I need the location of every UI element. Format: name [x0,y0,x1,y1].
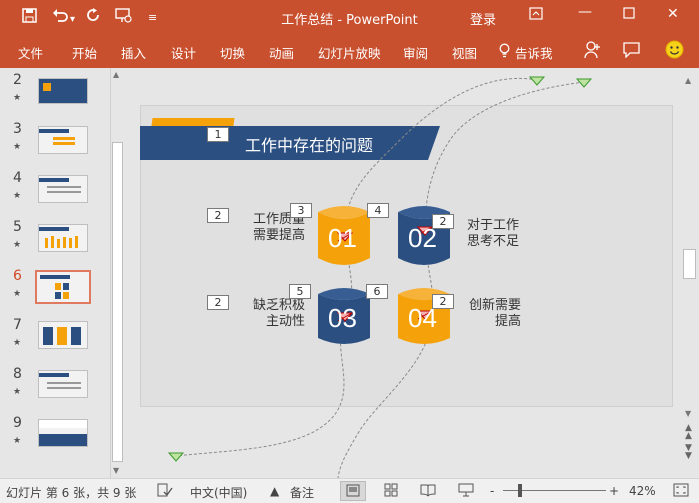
item-label-line: 提高 [494,314,521,329]
spellcheck-icon[interactable] [157,483,173,501]
slide-sorter-icon[interactable] [384,483,398,500]
previous-slide-icon[interactable]: ▲ ▲ [685,424,692,441]
language-status[interactable]: 中文(中国) [190,484,247,501]
slideshow-icon[interactable] [458,483,474,500]
zoom-level[interactable]: 42% [629,484,656,498]
cylinder-label-03: 03 [328,303,357,333]
fit-to-window-icon[interactable] [673,483,689,500]
animation-order-tag[interactable]: 6 [366,284,388,299]
item-label-line: 思考不足 [467,234,520,249]
motion-path[interactable] [337,81,585,479]
animation-order-tag[interactable]: 2 [207,208,229,223]
item-label[interactable]: 缺乏积极 主动性 [253,298,305,330]
scroll-up-icon[interactable]: ▲ [685,76,691,85]
notes-icon[interactable]: ▲ [270,484,279,498]
normal-view-button[interactable] [340,481,366,501]
zoom-in-button[interactable]: + [609,484,619,498]
vertical-scroll-thumb[interactable] [683,249,696,279]
scroll-down-icon[interactable]: ▼ [685,409,691,418]
next-slide-icon[interactable]: ▼ ▼ [685,444,692,461]
status-bar: 幻灯片 第 6 张，共 9 张 中文(中国) ▲ 备注 - + 42% [0,478,699,503]
zoom-out-button[interactable]: - [490,484,494,498]
animation-order-tag[interactable]: 5 [289,284,311,299]
animation-order-tag[interactable]: 3 [290,203,312,218]
cylinder-label-01: 01 [328,223,357,253]
item-label-line: 主动性 [265,314,305,329]
motion-path[interactable] [175,78,538,457]
item-label-line: 创新需要 [468,298,521,313]
item-label[interactable]: 创新需要 提高 [467,298,521,330]
animation-order-tag[interactable]: 2 [432,294,454,309]
animation-order-tag[interactable]: 2 [207,295,229,310]
motion-path-end-marker[interactable] [167,452,185,462]
item-label-line: 需要提高 [253,228,306,243]
motion-path-end-marker[interactable] [575,78,593,88]
notes-button[interactable]: 备注 [290,484,314,501]
motion-path-end-marker[interactable] [528,76,546,86]
item-label-line: 缺乏积极 [253,298,306,313]
item-label-line: 对于工作 [467,218,520,233]
animation-order-tag[interactable]: 4 [367,203,389,218]
slide-count-status: 幻灯片 第 6 张，共 9 张 [6,486,137,500]
item-label[interactable]: 对于工作 思考不足 [467,218,519,250]
zoom-slider-handle[interactable] [518,484,522,497]
animation-order-tag[interactable]: 2 [432,214,454,229]
reading-view-icon[interactable] [420,483,436,500]
